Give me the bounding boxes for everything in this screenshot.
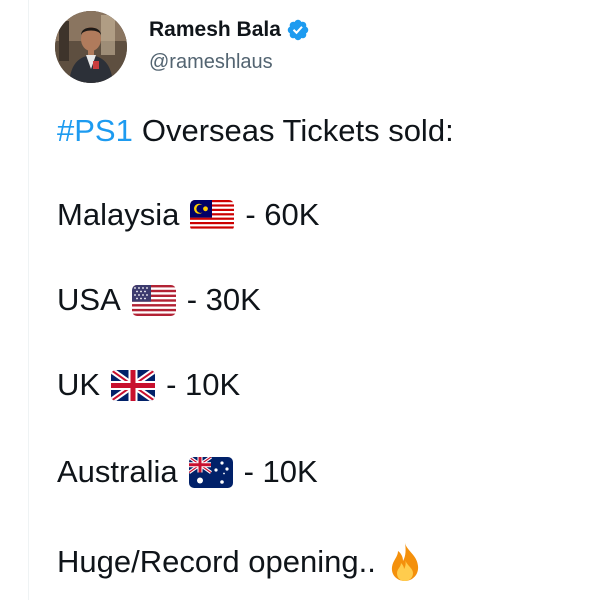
ticket-value: - 60K <box>245 197 320 232</box>
country-name: USA <box>57 282 121 317</box>
ticket-value: - 10K <box>243 454 318 489</box>
tweet-card: Ramesh Bala @rameshlaus #PS1 Overseas Ti… <box>0 0 600 600</box>
malaysia-flag-icon <box>190 199 235 231</box>
list-item: UK - 10K <box>57 366 240 404</box>
fire-icon <box>384 541 426 583</box>
uk-flag-icon <box>111 369 156 401</box>
ticket-value: - 10K <box>166 367 241 402</box>
divider <box>28 0 29 600</box>
australia-flag-icon <box>188 456 233 488</box>
list-item: USA - 30K <box>57 281 261 319</box>
list-item: Malaysia - 60K <box>57 196 319 234</box>
author-handle[interactable]: @rameshlaus <box>149 49 273 75</box>
headline-text: Overseas Tickets sold: <box>141 113 454 148</box>
verified-badge-icon <box>286 18 310 42</box>
ticket-value: - 30K <box>186 282 261 317</box>
list-item: Australia - 10K <box>57 453 318 491</box>
profile-photo-icon <box>55 11 127 83</box>
country-name: Malaysia <box>57 197 180 232</box>
author-name[interactable]: Ramesh Bala <box>149 16 310 44</box>
avatar[interactable] <box>55 11 127 83</box>
author-name-text: Ramesh Bala <box>149 18 281 41</box>
closing-text: Huge/Record opening.. <box>57 544 376 579</box>
tweet-closing: Huge/Record opening.. <box>57 541 426 583</box>
tweet-headline: #PS1 Overseas Tickets sold: <box>57 112 454 150</box>
usa-flag-icon <box>131 284 176 316</box>
country-name: Australia <box>57 454 178 489</box>
hashtag-link[interactable]: #PS1 <box>57 112 133 150</box>
country-name: UK <box>57 367 101 402</box>
